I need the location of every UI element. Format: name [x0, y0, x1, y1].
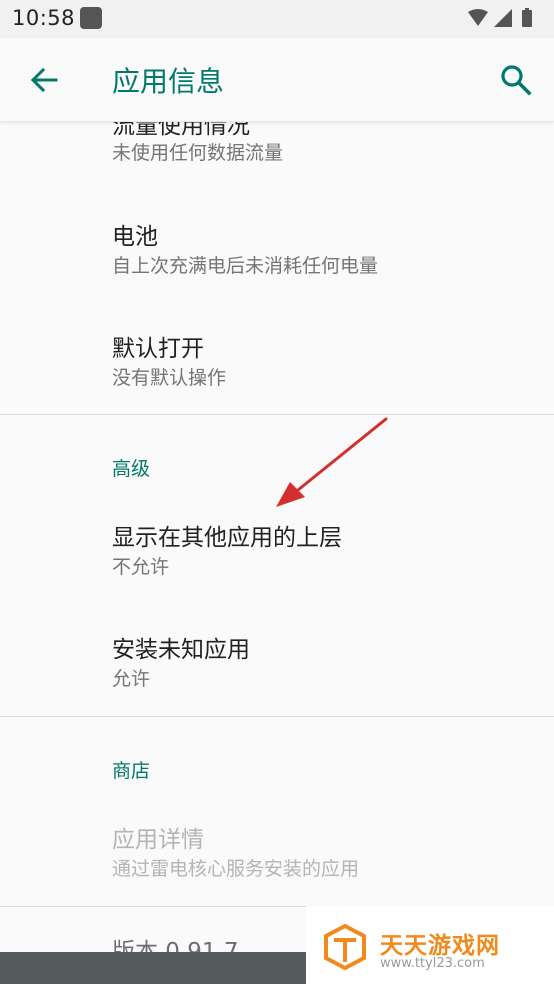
pref-app-details: 应用详情 通过雷电核心服务安装的应用: [0, 796, 554, 906]
watermark-url: www.ttyl23.com: [380, 956, 485, 971]
status-icons: [468, 8, 532, 27]
search-icon[interactable]: [498, 62, 534, 98]
wifi-icon: [468, 9, 488, 26]
pref-battery[interactable]: 电池 自上次充满电后未消耗任何电量: [0, 188, 554, 300]
pref-title: 默认打开: [112, 336, 204, 362]
cellular-icon: [494, 9, 512, 27]
pref-summary: 未使用任何数据流量: [112, 142, 284, 164]
divider: [0, 716, 554, 717]
pref-summary: 自上次充满电后未消耗任何电量: [112, 255, 379, 277]
pref-title: 显示在其他应用的上层: [112, 525, 342, 551]
watermark-name: 天天游戏网: [380, 933, 500, 959]
pref-data-usage[interactable]: 流量使用情况 未使用任何数据流量: [0, 122, 554, 188]
app-bar: 应用信息: [0, 38, 554, 122]
pref-title: 电池: [112, 224, 158, 250]
divider: [0, 414, 554, 415]
preferences-list[interactable]: 流量使用情况 未使用任何数据流量 电池 自上次充满电后未消耗任何电量 默认打开 …: [0, 122, 554, 984]
pref-title: 应用详情: [112, 827, 204, 853]
status-time: 10:58: [12, 6, 76, 30]
pref-summary: 不允许: [112, 556, 170, 578]
battery-icon: [522, 10, 532, 27]
pref-install-unknown-apps[interactable]: 安装未知应用 允许: [0, 606, 554, 716]
navigation-bar: [0, 952, 306, 984]
pref-open-by-default[interactable]: 默认打开 没有默认操作: [0, 300, 554, 414]
pref-title: 安装未知应用: [112, 637, 250, 663]
pref-summary: 没有默认操作: [112, 367, 227, 389]
watermark-logo-icon: [324, 924, 366, 970]
status-bar: 10:58: [0, 0, 554, 38]
pref-summary: 通过雷电核心服务安装的应用: [112, 858, 360, 880]
back-arrow-icon[interactable]: [26, 62, 62, 98]
watermark: 天天游戏网 www.ttyl23.com: [306, 906, 554, 984]
page-title: 应用信息: [112, 65, 225, 98]
pref-draw-over-apps[interactable]: 显示在其他应用的上层 不允许: [0, 494, 554, 606]
category-advanced: 高级: [112, 458, 151, 480]
pref-summary: 允许: [112, 668, 151, 690]
notification-icon: [80, 7, 102, 29]
category-store: 商店: [112, 760, 151, 782]
